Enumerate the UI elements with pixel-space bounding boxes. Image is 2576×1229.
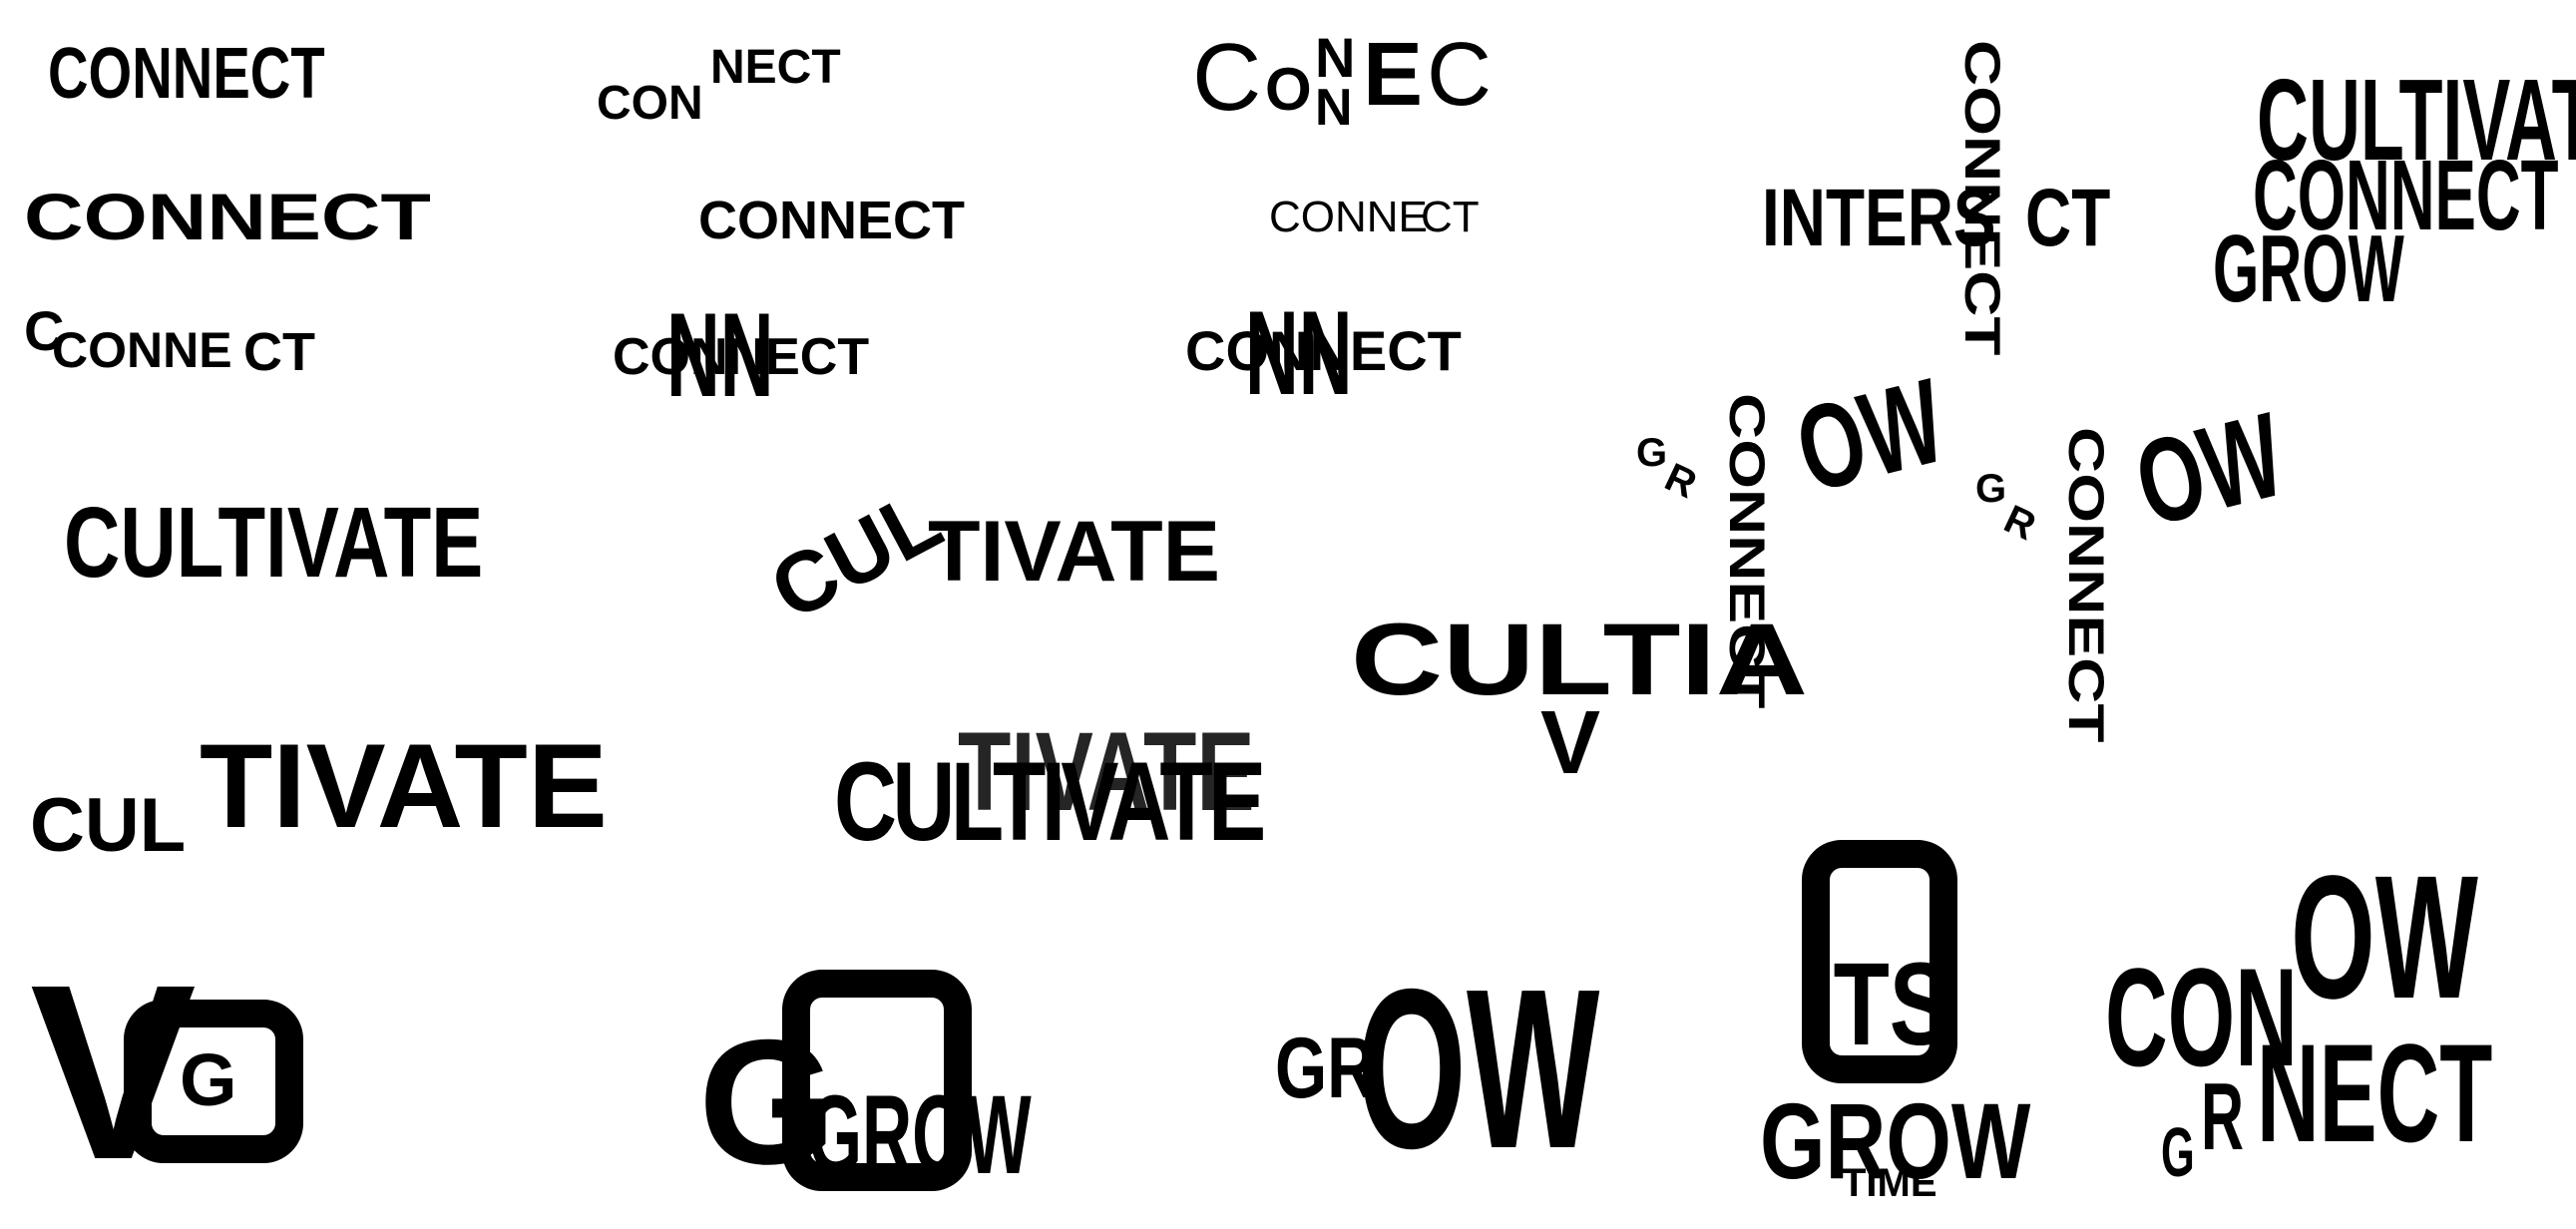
conow-logo-g: G — [2161, 1113, 2195, 1191]
connect-logo-3-e: E — [1363, 25, 1424, 125]
swirl-2-g: G — [1975, 467, 2007, 511]
conow-logo-r: R — [2201, 1063, 2244, 1170]
connect-logo-4: CONNECT — [24, 180, 431, 253]
connect-logo-3-o: O — [1265, 56, 1312, 123]
swirl-2-connect: CONNECT — [2057, 427, 2115, 743]
cultivate-logo-1: CULTIVATE — [64, 487, 484, 599]
cultivate-logo-3-v: V — [1540, 693, 1601, 793]
cultivate-logo-2-tivate: TIVATE — [928, 504, 1221, 600]
connect-logo-3-t: C — [1427, 25, 1492, 125]
cultivate-logo-2-cul: CUL — [755, 471, 957, 639]
connect-logo-5: CONNECT — [698, 191, 965, 250]
intersect-logo-connect-vertical: CONNECT — [1953, 40, 2011, 356]
stack-grow: GROW — [2213, 215, 2404, 322]
connect-logo-2-con: CON — [597, 77, 703, 130]
grow-logo-2-row: GROW — [808, 1072, 1032, 1197]
grow-logo-3-ow: OW — [1357, 943, 1600, 1196]
connect-logo-1: CONNECT — [48, 34, 325, 114]
connect-logo-3-n-top: N — [1315, 26, 1356, 89]
connect-logo-2-nect: NECT — [710, 41, 841, 94]
connect-logo-7-onne: CONNE — [52, 322, 232, 378]
connect-logo-3-n-bottom: N — [1315, 79, 1353, 137]
swirl-2-ow: OW — [2123, 387, 2297, 553]
cultivate-logo-4-tivate: TIVATE — [200, 719, 608, 853]
cultivate-logo-4-cul: CUL — [30, 783, 187, 868]
swirl-1-ow: OW — [1784, 353, 1957, 519]
connect-logo-7-ct: CT — [243, 322, 315, 382]
grow-logo-1-g: G — [180, 1038, 237, 1121]
connect-logo-9-nn: NN — [1245, 286, 1353, 420]
conow-logo-nect: NECT — [2257, 1015, 2493, 1171]
connect-logo-6-ct: CT — [1421, 193, 1480, 241]
connect-logo-6-conne: CONNE — [1269, 193, 1428, 241]
its-grow-time-time: TIME — [1842, 1161, 1937, 1205]
swirl-1-g: G — [1636, 431, 1668, 475]
connect-logo-8-nn: NN — [666, 288, 774, 422]
connect-logo-3-c: C — [1192, 24, 1262, 131]
conow-logo-ow: OW — [2291, 840, 2478, 1035]
its-grow-time-its: ITS — [1808, 939, 1951, 1070]
cultivate-logo-5-ghost: TIVATE — [958, 709, 1255, 834]
intersect-logo-ct: CT — [2025, 173, 2111, 263]
